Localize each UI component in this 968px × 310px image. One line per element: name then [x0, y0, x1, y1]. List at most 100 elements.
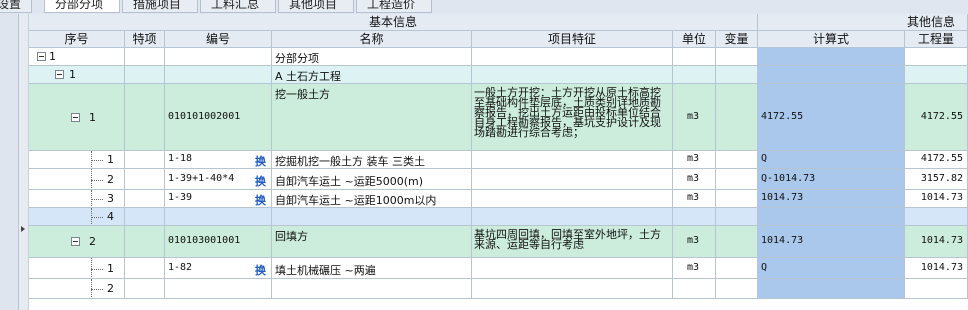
cell-unit[interactable]: m3 — [673, 84, 716, 151]
cell-unit[interactable]: m3 — [673, 258, 716, 279]
cell-seq[interactable]: 1 — [29, 151, 125, 169]
cell-desc[interactable] — [472, 48, 673, 66]
cell-seq[interactable]: 1 — [29, 66, 125, 84]
cell-name[interactable]: 挖一般土方 — [272, 84, 472, 151]
collapse-toggle-icon[interactable] — [71, 237, 80, 246]
expand-arrow-icon[interactable] — [21, 226, 25, 232]
col-header-code[interactable]: 编号 — [165, 31, 272, 48]
col-header-features[interactable]: 项目特征 — [472, 31, 673, 48]
cell-seq[interactable]: 2 — [29, 226, 125, 258]
panel-splitter[interactable] — [19, 14, 29, 310]
cell-desc[interactable] — [472, 66, 673, 84]
cell-name[interactable]: 回填方 — [272, 226, 472, 258]
cell-formula[interactable] — [758, 279, 905, 299]
cell-desc[interactable] — [472, 151, 673, 169]
cell-special[interactable] — [125, 151, 165, 169]
cell-desc[interactable]: 一般土方开挖：土方开挖从原土标高挖至基础构件垫层底，土质类别详地质勘察报告，挖出… — [472, 84, 673, 151]
cell-change[interactable] — [716, 208, 758, 226]
cell-desc[interactable] — [472, 169, 673, 190]
cell-special[interactable] — [125, 84, 165, 151]
cell-formula[interactable]: Q-1014.73 — [758, 169, 905, 190]
cell-qty[interactable]: 4172.55 — [905, 151, 968, 169]
cell-formula[interactable]: 1014.73 — [758, 226, 905, 258]
cell-name[interactable]: 分部分项 — [272, 48, 472, 66]
cell-unit[interactable]: m3 — [673, 190, 716, 208]
cell-desc[interactable] — [472, 208, 673, 226]
cell-seq[interactable]: 2 — [29, 169, 125, 190]
cell-change[interactable] — [716, 151, 758, 169]
col-header-special[interactable]: 特项 — [125, 31, 165, 48]
cell-change[interactable] — [716, 48, 758, 66]
tab-sub-items[interactable]: 分部分项 — [44, 0, 120, 13]
cell-formula[interactable] — [758, 66, 905, 84]
cell-formula[interactable]: 1014.73 — [758, 190, 905, 208]
cell-code[interactable] — [165, 66, 272, 84]
collapse-toggle-icon[interactable] — [55, 70, 64, 79]
swap-icon[interactable]: 换 — [255, 192, 266, 207]
tab-materials[interactable]: 工料汇总 — [200, 0, 276, 13]
cell-unit[interactable] — [673, 279, 716, 299]
cell-desc[interactable] — [472, 258, 673, 279]
cell-unit[interactable]: m3 — [673, 169, 716, 190]
tab-settings[interactable]: 设置 — [0, 0, 32, 13]
col-header-formula[interactable]: 计算式 — [758, 31, 905, 48]
cell-code[interactable] — [165, 48, 272, 66]
cell-qty[interactable]: 1014.73 — [905, 258, 968, 279]
cell-code[interactable]: 010103001001 — [165, 226, 272, 258]
tab-measures[interactable]: 措施项目 — [122, 0, 198, 13]
col-header-change[interactable]: 变量 — [716, 31, 758, 48]
cell-name[interactable]: 挖掘机挖一般土方 装车 三类土 — [272, 151, 472, 169]
cell-special[interactable] — [125, 190, 165, 208]
cell-change[interactable] — [716, 169, 758, 190]
cell-unit[interactable] — [673, 48, 716, 66]
cell-qty[interactable] — [905, 48, 968, 66]
cell-special[interactable] — [125, 48, 165, 66]
cell-code[interactable]: 1-39+1-40*4 换 — [165, 169, 272, 190]
cell-desc[interactable]: 基坑四周回填，回填至室外地坪，土方来源、运距等自行考虑 — [472, 226, 673, 258]
cell-special[interactable] — [125, 169, 165, 190]
cell-code[interactable]: 010101002001 — [165, 84, 272, 151]
cell-name[interactable] — [272, 279, 472, 299]
cell-qty[interactable] — [905, 208, 968, 226]
collapse-toggle-icon[interactable] — [37, 52, 46, 61]
cell-formula[interactable]: 4172.55 — [758, 84, 905, 151]
cell-qty[interactable]: 1014.73 — [905, 226, 968, 258]
cell-qty[interactable] — [905, 66, 968, 84]
cell-change[interactable] — [716, 226, 758, 258]
cell-change[interactable] — [716, 279, 758, 299]
cell-desc[interactable] — [472, 190, 673, 208]
cell-qty[interactable]: 3157.82 — [905, 169, 968, 190]
cell-change[interactable] — [716, 258, 758, 279]
cell-qty[interactable] — [905, 279, 968, 299]
cell-unit[interactable] — [673, 66, 716, 84]
cell-code[interactable] — [165, 208, 272, 226]
cell-qty[interactable]: 1014.73 — [905, 190, 968, 208]
cell-unit[interactable] — [673, 208, 716, 226]
cell-special[interactable] — [125, 279, 165, 299]
cell-change[interactable] — [716, 84, 758, 151]
cell-code[interactable] — [165, 279, 272, 299]
cell-unit[interactable]: m3 — [673, 151, 716, 169]
cell-code[interactable]: 1-82 换 — [165, 258, 272, 279]
cell-change[interactable] — [716, 190, 758, 208]
cell-formula[interactable] — [758, 48, 905, 66]
swap-icon[interactable]: 换 — [255, 173, 266, 189]
cell-qty[interactable]: 4172.55 — [905, 84, 968, 151]
cell-formula[interactable]: Q — [758, 151, 905, 169]
cell-formula[interactable] — [758, 208, 905, 226]
cell-seq[interactable]: 4 — [29, 208, 125, 226]
cell-seq[interactable]: 3 — [29, 190, 125, 208]
cell-unit[interactable]: m3 — [673, 226, 716, 258]
cell-special[interactable] — [125, 208, 165, 226]
collapse-toggle-icon[interactable] — [71, 113, 80, 122]
cell-name[interactable]: 填土机械碾压 ~两遍 — [272, 258, 472, 279]
col-header-qty[interactable]: 工程量 — [905, 31, 968, 48]
col-header-seq[interactable]: 序号 — [29, 31, 125, 48]
cell-seq[interactable]: 1 — [29, 258, 125, 279]
cell-code[interactable]: 1-39 换 — [165, 190, 272, 208]
swap-icon[interactable]: 换 — [255, 153, 266, 168]
cell-seq[interactable]: 2 — [29, 279, 125, 299]
cell-name[interactable] — [272, 208, 472, 226]
cell-change[interactable] — [716, 66, 758, 84]
tab-project-cost[interactable]: 工程造价 — [356, 0, 432, 13]
